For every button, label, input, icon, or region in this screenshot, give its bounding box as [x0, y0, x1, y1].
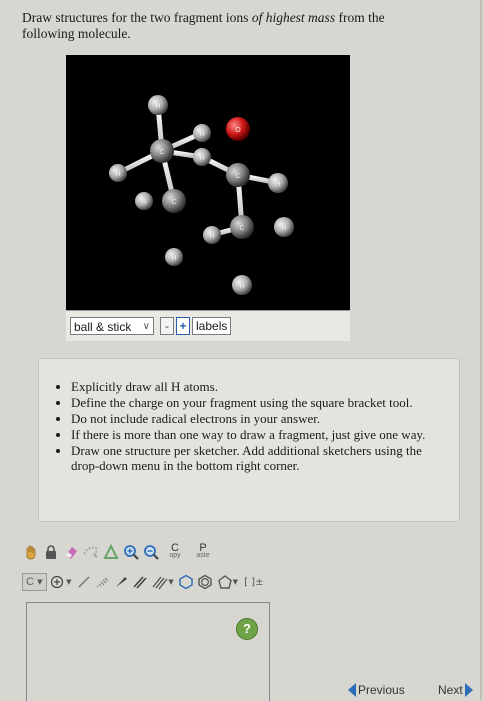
charge-tool[interactable]: ▼ [49, 573, 73, 591]
sketcher-toolbar-top: C opy P aste [22, 540, 268, 564]
lock-icon[interactable] [42, 543, 60, 561]
prompt-text-line2: following molecule. [22, 26, 131, 41]
bracket-charge-tool[interactable]: [ ]± [242, 573, 266, 591]
instruction-item: If there is more than one way to draw a … [71, 427, 451, 442]
atom-label-h-7: H [209, 233, 214, 240]
instruction-item: Define the charge on your fragment using… [71, 395, 451, 410]
prompt-text-b: from the [335, 10, 385, 25]
molecule-viewer[interactable]: H H O H C H C H H C C H H H H ball & sti… [66, 55, 350, 341]
display-style-value: ball & stick [74, 320, 132, 334]
chevron-down-icon: ∨ [142, 321, 150, 332]
atom-label-c-3: C [171, 199, 176, 206]
hand-tool-icon[interactable] [22, 543, 40, 561]
next-button[interactable]: Next [438, 680, 473, 700]
labels-toggle-button[interactable]: labels [192, 317, 232, 335]
zoom-minus-button[interactable]: - [160, 317, 174, 335]
arrow-right-icon [464, 683, 473, 697]
hashed-wedge-bond-icon[interactable] [94, 573, 111, 591]
prompt-emphasis: of highest mass [251, 10, 336, 25]
paste-big-label: P [199, 542, 207, 554]
copy-big-label: C [171, 542, 179, 554]
paste-button[interactable]: P aste [190, 543, 216, 561]
prompt-text-a: Draw structures for the two fragment ion… [22, 10, 252, 25]
atom-label-o: O [235, 127, 241, 134]
sketcher-canvas[interactable] [26, 602, 270, 701]
benzene-ring-icon[interactable] [196, 573, 213, 591]
instruction-item: Draw one structure per sketcher. Add add… [71, 443, 451, 473]
atom-label-c-2: C [235, 173, 240, 180]
move-tool-icon[interactable] [102, 543, 120, 561]
eraser-icon[interactable] [62, 543, 80, 561]
element-picker-label: C [26, 576, 35, 588]
zoom-plus-button[interactable]: + [176, 317, 190, 335]
atom-label-h-4: H [115, 171, 120, 178]
instructions-list: Explicitly draw all H atoms. Define the … [39, 359, 459, 473]
question-prompt: Draw structures for the two fragment ion… [22, 10, 442, 42]
cyclohexane-ring-icon[interactable] [177, 573, 194, 591]
sketcher-toolbar-bottom: C ▼ ▼ ▼ ▼ []± [22, 570, 268, 594]
instructions-box: Explicitly draw all H atoms. Define the … [38, 358, 460, 522]
paste-small-label: aste [196, 552, 210, 559]
element-picker[interactable]: C ▼ [22, 573, 47, 591]
chevron-down-icon: ▼ [168, 578, 174, 586]
add-charge-icon [51, 575, 64, 589]
atom-label-h-1: H [155, 103, 160, 110]
chevron-down-icon: ▼ [37, 578, 43, 586]
cyclopentane-ring-icon[interactable]: ▼ [215, 573, 239, 591]
atom-label-h-3: H [199, 155, 204, 162]
instruction-item: Do not include radical electrons in your… [71, 411, 451, 426]
viewer-toolbar: ball & stick ∨ - + labels [66, 310, 350, 341]
help-icon[interactable]: ? [236, 618, 258, 640]
atom-label-h-5: H [275, 181, 280, 188]
atom-label-h-6: H [141, 199, 146, 206]
page-edge-divider [480, 0, 482, 700]
copy-button[interactable]: C opy [162, 543, 188, 561]
structure-sketcher: C opy P aste C ▼ ▼ ▼ ▼ []± [22, 540, 270, 701]
single-bond-icon[interactable] [75, 573, 92, 591]
instruction-item: Explicitly draw all H atoms. [71, 379, 451, 394]
triple-bond-icon[interactable]: ▼ [151, 573, 175, 591]
atom-label-c-1: C [159, 149, 164, 156]
atom-label-h-2: H [199, 131, 204, 138]
lasso-select-icon[interactable] [82, 543, 100, 561]
chevron-down-icon: ▼ [66, 578, 72, 586]
arrow-left-icon [348, 683, 356, 697]
previous-label: Previous [358, 683, 405, 697]
zoom-out-icon[interactable] [142, 543, 160, 561]
molecule-3d-model[interactable]: H H O H C H C H H C C H H H H [66, 55, 350, 311]
atom-label-h-10: H [239, 283, 244, 290]
bracket-icon: [ ]± [244, 576, 264, 588]
previous-button[interactable]: Previous [348, 680, 405, 700]
zoom-in-icon[interactable] [122, 543, 140, 561]
display-style-select[interactable]: ball & stick ∨ [70, 317, 154, 335]
double-bond-icon[interactable] [132, 573, 149, 591]
copy-small-label: opy [169, 552, 181, 559]
chevron-down-icon: ▼ [232, 578, 239, 586]
wedge-bond-icon[interactable] [113, 573, 130, 591]
atom-label-c-4: C [239, 225, 244, 232]
atom-label-h-8: H [281, 225, 286, 232]
atom-label-h-9: H [171, 255, 176, 262]
next-label: Next [438, 683, 463, 697]
